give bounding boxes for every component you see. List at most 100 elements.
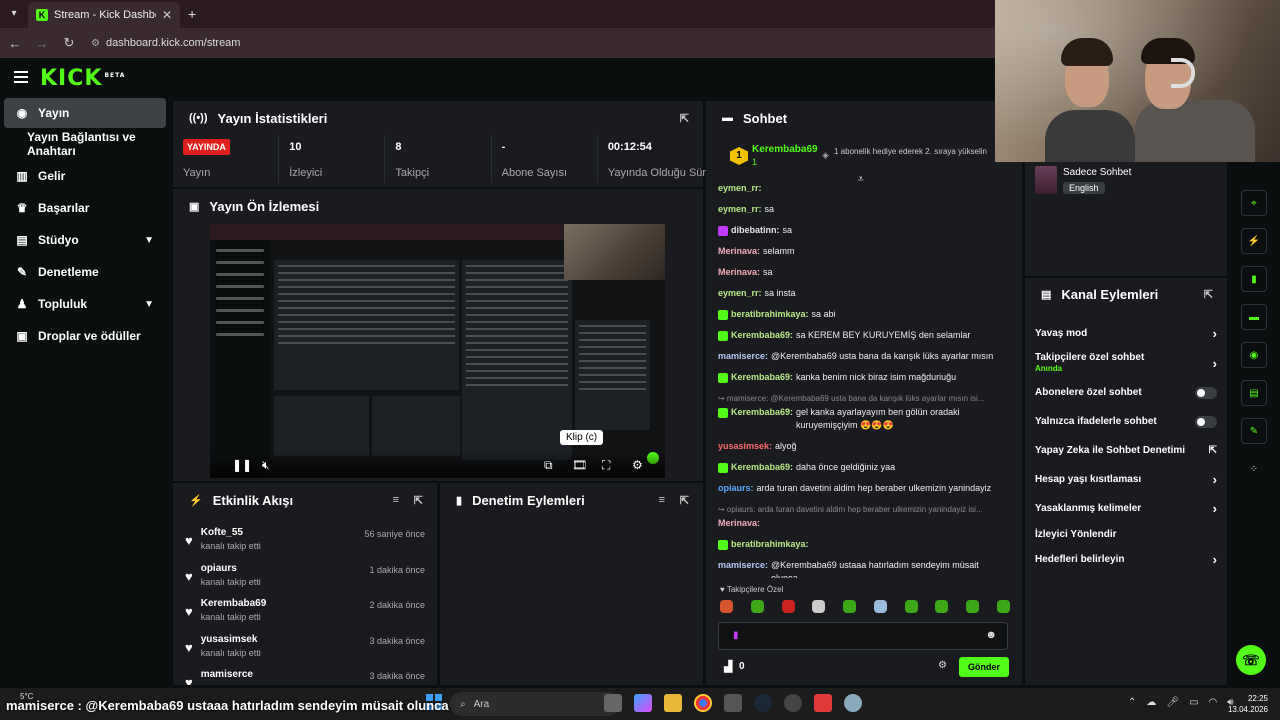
wifi-icon[interactable]: ◠ <box>1209 697 1218 708</box>
settings-icon[interactable] <box>844 694 862 712</box>
reload-icon[interactable]: ↻ <box>57 35 81 51</box>
chat-username[interactable]: Kerembaba69: <box>731 329 793 342</box>
url-field[interactable]: ⚙ dashboard.kick.com/stream <box>91 37 240 49</box>
chevron-up-icon[interactable]: ⌃ <box>1128 697 1136 708</box>
chat-input[interactable]: ▮ ☻ <box>718 622 1008 650</box>
action-followers-only[interactable]: Takipçilere özel sohbet Anında › <box>1035 348 1217 378</box>
action-ai-moderation[interactable]: Yapay Zeka ile Sohbet Denetimi ⇱ <box>1035 436 1217 465</box>
sidebar-item-topluluk[interactable]: ♟ Topluluk ▼ <box>0 288 170 320</box>
sidebar-item-denetleme[interactable]: ✎ Denetleme <box>0 256 170 288</box>
sidebar-item-stream-key[interactable]: Yayın Bağlantısı ve Anahtarı <box>0 128 170 160</box>
taskview-icon[interactable] <box>604 694 622 712</box>
popout-icon[interactable]: ⇱ <box>680 112 689 125</box>
tab-menu-icon[interactable]: ▾ <box>6 6 22 22</box>
folder-icon[interactable] <box>664 694 682 712</box>
valorant-icon[interactable] <box>814 694 832 712</box>
cloud-icon[interactable]: ☁ <box>1146 697 1156 708</box>
fullscreen-icon[interactable]: ⛶ <box>602 458 610 473</box>
pause-icon[interactable]: ❚❚ <box>232 458 252 472</box>
steam-icon[interactable] <box>754 694 772 712</box>
sidebar-item-droplar[interactable]: ▣ Droplar ve ödüller <box>0 320 170 352</box>
mute-icon[interactable]: 🔇︎ <box>262 458 270 473</box>
chat-username[interactable]: eymen_rr: <box>718 287 762 300</box>
chat-username[interactable]: yusasimsek: <box>718 440 772 453</box>
stream-preview[interactable]: Klip (c) ❚❚ 🔇︎ ⧉ 🎞︎ ⛶ ⚙ <box>210 224 665 478</box>
toggle-switch[interactable] <box>1195 386 1217 399</box>
chat-username[interactable]: mamiserce: <box>718 559 768 572</box>
emote-icon[interactable] <box>781 600 795 613</box>
popout-icon[interactable]: ⇱ <box>680 494 689 507</box>
chat-username[interactable]: Merinava: <box>718 266 760 279</box>
new-tab-icon[interactable]: + <box>188 6 196 22</box>
emote-icon[interactable] <box>812 600 826 613</box>
browser-tab[interactable]: K Stream - Kick Dashboard ✕ <box>28 2 180 28</box>
sidebar-item-studyo[interactable]: ▤ Stüdyo ▼ <box>0 224 170 256</box>
action-slow-mode[interactable]: Yavaş mod › <box>1035 319 1217 348</box>
emote-icon[interactable] <box>720 600 733 613</box>
points-icon[interactable]: ▟ <box>724 660 732 673</box>
mic-icon[interactable]: 🎤︎ <box>1166 697 1179 708</box>
pip-icon[interactable]: ⧉ <box>544 458 553 473</box>
emote-icon[interactable] <box>843 600 857 613</box>
chat-username[interactable]: dibebatinn: <box>731 224 780 237</box>
chat-username[interactable]: beratibrahimkaya: <box>731 308 809 321</box>
filter-icon[interactable]: ≡ <box>659 494 665 506</box>
support-icon[interactable]: ☏ <box>1236 645 1266 675</box>
broadcast-icon[interactable]: ◉ <box>1241 342 1267 368</box>
action-goals[interactable]: Hedefleri belirleyin › <box>1035 545 1217 574</box>
hammer-icon[interactable]: ▮ <box>1241 266 1267 292</box>
sidebar-item-gelir[interactable]: ▥ Gelir <box>0 160 170 192</box>
menu-icon[interactable] <box>14 71 28 83</box>
chat-username[interactable]: opiaurs: <box>718 482 754 495</box>
sidebar-item-yayin[interactable]: ◉ Yayın <box>4 98 166 128</box>
store-icon[interactable] <box>724 694 742 712</box>
apps-icon[interactable]: ⁘ <box>1241 456 1267 482</box>
popout-icon[interactable]: ⇱ <box>1204 288 1213 301</box>
action-account-age[interactable]: Hesap yaşı kısıtlaması › <box>1035 465 1217 494</box>
emoji-icon[interactable]: ☻ <box>985 629 997 641</box>
chrome-icon[interactable] <box>694 694 712 712</box>
forward-icon[interactable]: → <box>30 36 54 51</box>
sidebar-item-basarilar[interactable]: ♛ Başarılar <box>0 192 170 224</box>
emote-icon[interactable] <box>750 600 764 613</box>
action-banned-words[interactable]: Yasaklanmış kelimeler › <box>1035 494 1217 523</box>
action-raid[interactable]: İzleyici Yönlendir <box>1035 523 1217 545</box>
taskbar-search[interactable]: ⌕ Ara <box>450 692 620 716</box>
lightning-icon[interactable]: ⚡ <box>1241 228 1267 254</box>
display-icon[interactable]: ▭ <box>1189 697 1198 708</box>
chat-settings-icon[interactable]: ⚙ <box>938 660 947 671</box>
chat-username[interactable]: eymen_rr: <box>718 182 762 195</box>
chat-username[interactable]: eymen_rr: <box>718 203 762 216</box>
clock[interactable]: 22:25 13.04.2026 <box>1228 693 1268 715</box>
site-info-icon[interactable]: ⚙ <box>91 38 100 49</box>
emote-icon[interactable] <box>996 600 1010 613</box>
chat-username[interactable]: Merinava: <box>718 245 760 258</box>
chat-username[interactable]: Kerembaba69: <box>731 371 793 384</box>
send-button[interactable]: Gönder <box>959 657 1009 677</box>
emote-icon[interactable] <box>966 600 980 613</box>
app-icon[interactable] <box>784 694 802 712</box>
action-emote-only[interactable]: Yalnızca ifadelerle sohbet <box>1035 407 1217 436</box>
back-icon[interactable]: ← <box>3 36 27 51</box>
chat-username[interactable]: beratibrahimkaya: <box>731 538 809 551</box>
emote-icon[interactable] <box>873 600 887 613</box>
settings-icon[interactable]: ⚙ <box>632 458 643 472</box>
chat-username[interactable]: Kerembaba69: <box>731 461 793 474</box>
chat-icon[interactable]: ▬ <box>1241 304 1267 330</box>
chat-username[interactable]: Merinava: <box>718 517 760 530</box>
kick-logo[interactable]: KICK BETA <box>40 66 125 91</box>
emote-icon[interactable] <box>935 600 949 613</box>
action-subscribers-only[interactable]: Abonelere özel sohbet <box>1035 378 1217 407</box>
focus-icon[interactable]: ⌖ <box>1241 190 1267 216</box>
chat-username[interactable]: mamiserce: <box>718 350 768 363</box>
popout-icon[interactable]: ⇱ <box>414 494 423 507</box>
close-tab-icon[interactable]: ✕ <box>162 8 172 22</box>
copilot-icon[interactable] <box>634 694 652 712</box>
wrench-icon[interactable]: ✎ <box>1241 418 1267 444</box>
chat-username[interactable]: Kerembaba69: <box>731 406 793 419</box>
filter-icon[interactable]: ≡ <box>393 494 399 506</box>
emote-icon[interactable] <box>904 600 918 613</box>
toggle-switch[interactable] <box>1195 415 1217 428</box>
clip-icon[interactable]: 🎞︎ <box>572 458 587 472</box>
actions-icon[interactable]: ▤ <box>1241 380 1267 406</box>
